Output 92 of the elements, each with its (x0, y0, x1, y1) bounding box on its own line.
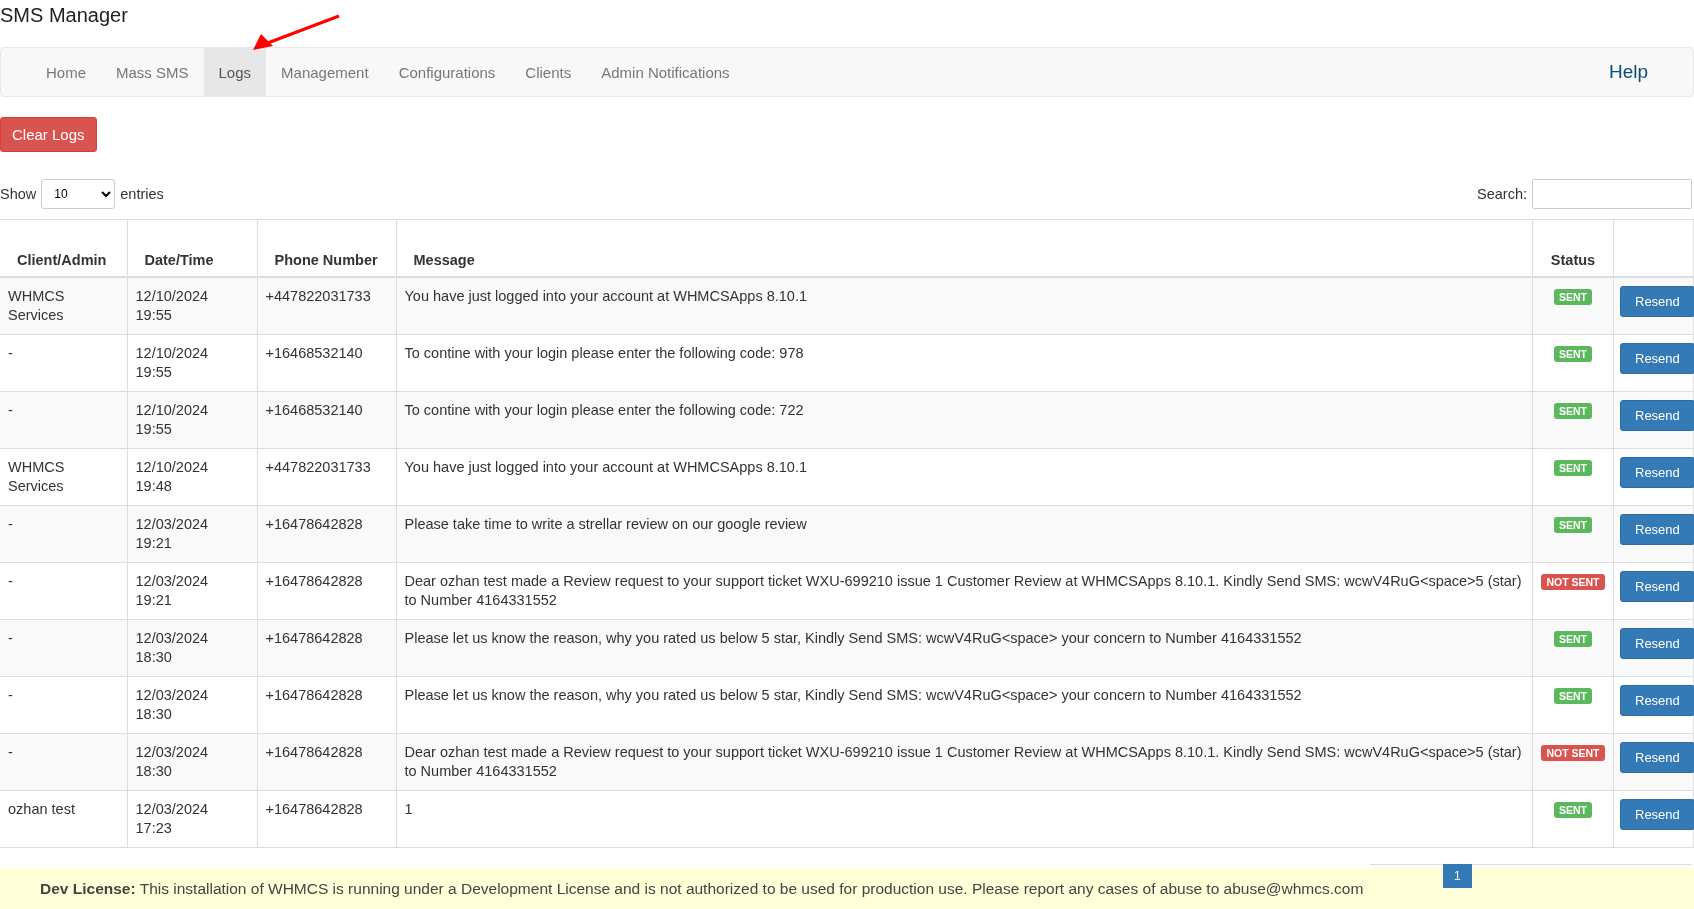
client-name: - (8, 345, 13, 361)
resend-button[interactable]: Resend (1620, 400, 1694, 431)
nav-tab[interactable]: Logs (203, 48, 267, 96)
phone-number: +16478642828 (265, 744, 363, 760)
client-name: WHMCS Services (8, 459, 65, 494)
resend-button[interactable]: Resend (1620, 571, 1694, 602)
message-text: You have just logged into your account at WHMCSApps 8.10.1 (404, 459, 807, 475)
date-text: 12/03/2024 (135, 686, 210, 705)
time-text: 18:30 (135, 762, 173, 781)
clear-logs-button[interactable]: Clear Logs (0, 117, 97, 152)
date-text: 12/10/2024 (135, 401, 210, 420)
column-header: Client/Admin (17, 252, 107, 268)
resend-button[interactable]: Resend (1620, 628, 1694, 659)
status-label: SENT (1554, 688, 1592, 704)
column-header: Date/Time (144, 252, 214, 268)
status-label: SENT (1554, 346, 1592, 362)
message-text: 1 (404, 801, 413, 817)
phone-number: +16478642828 (265, 573, 363, 589)
resend-button[interactable]: Resend (1620, 457, 1694, 488)
time-text: 19:21 (135, 591, 173, 610)
page-title: SMS Manager (0, 3, 128, 28)
status-label: SENT (1554, 802, 1592, 818)
time-text: 18:30 (135, 648, 173, 667)
time-text: 18:30 (135, 705, 173, 724)
status-label: SENT (1554, 631, 1592, 647)
message-text: Dear ozhan test made a Review request to your support ticket WXU-699210 issue 1 Customer Review at WHMCSApps 8.10.1. Kindly Send SMS: wcwV4RuG<space>5 (star) to Number 4164331552 (404, 573, 1522, 608)
resend-button[interactable]: Resend (1620, 742, 1694, 773)
nav-tab[interactable]: Admin Notifications (586, 48, 745, 96)
resend-button[interactable]: Resend (1620, 685, 1694, 716)
phone-number: +16478642828 (265, 630, 363, 646)
date-text: 12/03/2024 (135, 629, 210, 648)
date-text: 12/10/2024 (135, 458, 210, 477)
search-field[interactable] (1532, 178, 1692, 209)
phone-number: +16468532140 (265, 345, 363, 361)
message-text: Dear ozhan test made a Review request to your support ticket WXU-699210 issue 1 Customer Review at WHMCSApps 8.10.1. Kindly Send SMS: wcwV4RuG<space>5 (star) to Number 4164331552 (404, 744, 1522, 779)
client-name: - (8, 573, 13, 589)
resend-button[interactable]: Resend (1620, 343, 1694, 374)
client-name: - (8, 516, 13, 532)
nav-tab[interactable]: Management (266, 48, 384, 96)
time-text: 19:55 (135, 420, 173, 439)
message-text: To contine with your login please enter the following code: 978 (404, 345, 804, 361)
phone-number: +16478642828 (265, 687, 363, 703)
page-button[interactable]: 1 (1443, 864, 1472, 888)
client-name: - (8, 630, 13, 646)
status-label: NOT SENT (1541, 574, 1605, 590)
message-text: To contine with your login please enter the following code: 722 (404, 402, 804, 418)
time-text: 17:23 (135, 819, 173, 838)
column-header: Message (413, 252, 475, 268)
time-text: 19:55 (135, 363, 173, 382)
resend-button[interactable]: Resend (1620, 514, 1694, 545)
status-label: SENT (1554, 403, 1592, 419)
time-text: 19:48 (135, 477, 173, 496)
resend-button[interactable]: Resend (1620, 799, 1694, 830)
date-text: 12/10/2024 (135, 344, 210, 363)
time-text: 19:55 (135, 306, 173, 325)
status-label: SENT (1554, 289, 1592, 305)
client-name: - (8, 402, 13, 418)
date-text: 12/10/2024 (135, 287, 210, 306)
show-label: Show (0, 185, 37, 202)
phone-number: +447822031733 (265, 288, 371, 304)
message-text: Please take time to write a strellar review on our google review (404, 516, 807, 532)
phone-number: +16478642828 (265, 516, 363, 532)
message-text: Please let us know the reason, why you rated us below 5 star, Kindly Send SMS: wcwV4RuG<space> your concern to Number 4164331552 (404, 687, 1302, 703)
message-text: You have just logged into your account at WHMCSApps 8.10.1 (404, 288, 807, 304)
date-text: 12/03/2024 (135, 572, 210, 591)
nav-tab[interactable]: Mass SMS (101, 48, 204, 96)
column-header: Phone Number (274, 252, 378, 268)
date-text: 12/03/2024 (135, 743, 210, 762)
nav-tab[interactable]: Clients (510, 48, 587, 96)
nav-tab[interactable]: Home (31, 48, 101, 96)
date-text: 12/03/2024 (135, 515, 210, 534)
status-label: NOT SENT (1541, 745, 1605, 761)
client-name: ozhan test (8, 801, 75, 817)
phone-number: +16478642828 (265, 801, 363, 817)
entries-select[interactable]: 10 (41, 178, 116, 209)
status-label: SENT (1554, 517, 1592, 533)
license-text: Dev License: This installation of WHMCS is running under a Development License and is not authorized to be used for production use. Please report any cases of abuse to abuse@whmcs.com (40, 879, 1364, 898)
entries-label: entries (120, 185, 164, 202)
time-text: 19:21 (135, 534, 173, 553)
help-link[interactable]: Help (1593, 48, 1663, 96)
date-text: 12/03/2024 (135, 800, 210, 819)
nav-tab[interactable]: Configurations (383, 48, 511, 96)
client-name: - (8, 687, 13, 703)
column-header: Status (1550, 252, 1596, 268)
client-name: WHMCS Services (8, 288, 65, 323)
client-name: - (8, 744, 13, 760)
resend-button[interactable]: Resend (1620, 286, 1694, 317)
status-label: SENT (1554, 460, 1592, 476)
search-label: Search: (1477, 185, 1527, 202)
phone-number: +16468532140 (265, 402, 363, 418)
phone-number: +447822031733 (265, 459, 371, 475)
message-text: Please let us know the reason, why you rated us below 5 star, Kindly Send SMS: wcwV4RuG<space> your concern to Number 4164331552 (404, 630, 1302, 646)
